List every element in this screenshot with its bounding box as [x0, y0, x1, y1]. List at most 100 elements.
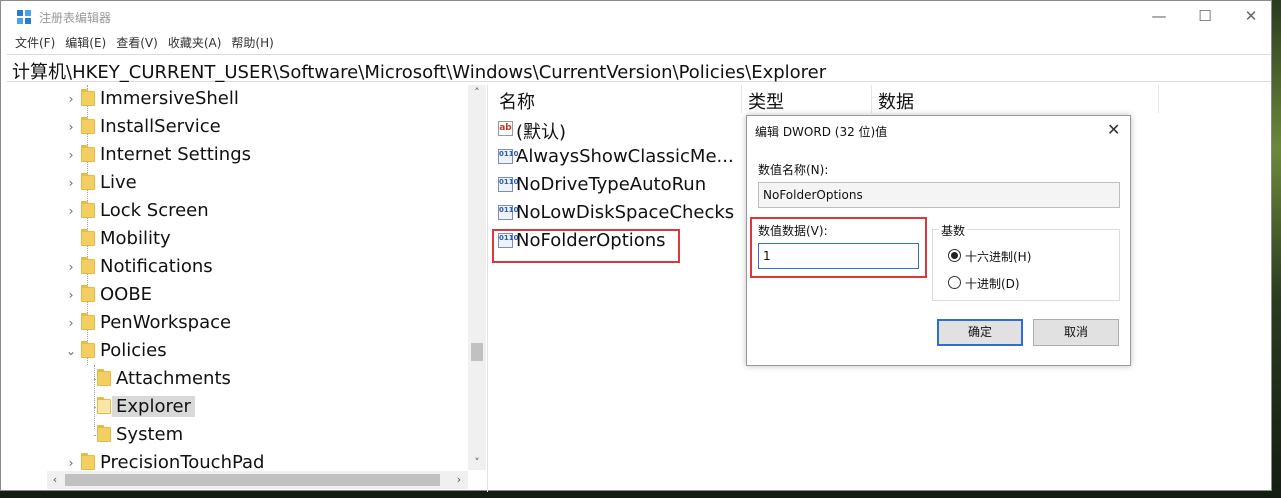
value-row-default[interactable]: ab (默认) — [498, 115, 738, 143]
tree-item-policies[interactable]: ⌄ Policies — [8, 337, 468, 365]
dialog-close-icon[interactable]: ✕ — [1107, 120, 1120, 139]
menu-file[interactable]: 文件(F) — [1, 32, 55, 52]
hex-radio[interactable] — [948, 249, 961, 262]
column-divider[interactable] — [871, 85, 872, 113]
tree-item-label: Explorer — [112, 396, 195, 417]
open-folder-icon — [97, 397, 111, 414]
scroll-thumb[interactable] — [65, 474, 440, 486]
tree-item-explorer[interactable]: Explorer — [8, 393, 468, 421]
address-path[interactable]: 计算机\HKEY_CURRENT_USER\Software\Microsoft… — [12, 58, 826, 84]
dword-value-icon: 0110 — [498, 149, 518, 164]
value-name-field[interactable]: NoFolderOptions — [758, 182, 1120, 208]
tree-item-label: Internet Settings — [100, 144, 252, 165]
scroll-thumb[interactable] — [471, 343, 483, 361]
folder-icon — [81, 341, 95, 358]
tree-horizontal-scrollbar[interactable]: ‹ › — [47, 471, 468, 489]
column-divider[interactable] — [1158, 85, 1159, 113]
expand-chevron-icon[interactable]: › — [66, 309, 76, 337]
regedit-app-icon — [17, 10, 31, 24]
hex-radio-label[interactable]: 十六进制(H) — [965, 248, 1031, 265]
column-name[interactable]: 名称 — [499, 88, 535, 114]
value-name: AlwaysShowClassicMe... — [516, 146, 734, 167]
expand-chevron-icon[interactable]: › — [66, 197, 76, 225]
tree-item-label: System — [116, 424, 184, 445]
column-divider[interactable] — [741, 85, 742, 113]
folder-icon — [81, 229, 95, 246]
tree-item-label: PenWorkspace — [100, 312, 232, 333]
tree-item-notifications[interactable]: › Notifications — [8, 253, 468, 281]
tree-item-lock-screen[interactable]: › Lock Screen — [8, 197, 468, 225]
folder-icon — [81, 453, 95, 470]
base-group — [932, 229, 1120, 301]
expand-chevron-icon — [66, 225, 76, 253]
maximize-icon[interactable]: ☐ — [1182, 1, 1228, 31]
menu-bar: 文件(F) 编辑(E) 查看(V) 收藏夹(A) 帮助(H) — [1, 32, 274, 52]
collapse-chevron-icon[interactable]: ⌄ — [66, 337, 76, 365]
cancel-button[interactable]: 取消 — [1033, 319, 1119, 346]
tree-item-label: PrecisionTouchPad — [100, 452, 265, 473]
expand-chevron-icon[interactable]: › — [66, 253, 76, 281]
tree-item-internet-settings[interactable]: › Internet Settings — [8, 141, 468, 169]
tree-item-mobility[interactable]: Mobility — [8, 225, 468, 253]
edit-dword-dialog: 编辑 DWORD (32 位)值 ✕ 数值名称(N): NoFolderOpti… — [746, 115, 1131, 366]
value-name: NoDriveTypeAutoRun — [516, 174, 707, 195]
dword-value-icon: 0110 — [498, 177, 518, 192]
menu-edit[interactable]: 编辑(E) — [51, 32, 106, 52]
value-row-nolowdiskspacechecks[interactable]: 0110 NoLowDiskSpaceChecks — [498, 199, 738, 227]
value-name-label: 数值名称(N): — [758, 163, 829, 177]
scroll-down-icon[interactable]: ˅ — [468, 456, 486, 470]
expand-chevron-icon[interactable]: › — [66, 141, 76, 169]
scroll-left-icon[interactable]: ‹ — [48, 471, 62, 489]
address-bar[interactable]: 计算机\HKEY_CURRENT_USER\Software\Microsoft… — [7, 54, 1271, 84]
value-name: (默认) — [516, 122, 567, 143]
expand-chevron-icon — [82, 365, 92, 393]
menu-help[interactable]: 帮助(H) — [217, 32, 273, 52]
dec-radio-label[interactable]: 十进制(D) — [965, 275, 1020, 292]
ok-button[interactable]: 确定 — [937, 319, 1023, 346]
expand-chevron-icon[interactable]: › — [66, 169, 76, 197]
folder-icon — [81, 201, 95, 218]
menu-favorites[interactable]: 收藏夹(A) — [154, 32, 222, 52]
tree-item-immersiveshell[interactable]: › ImmersiveShell — [8, 85, 468, 113]
string-value-icon: ab — [498, 121, 513, 136]
folder-icon — [81, 117, 95, 134]
dec-radio[interactable] — [948, 276, 961, 289]
close-icon[interactable]: ✕ — [1228, 1, 1274, 31]
tree-item-label: InstallService — [100, 116, 221, 137]
tree-vertical-scrollbar[interactable]: ˄ ˅ — [468, 85, 486, 470]
tree-item-penworkspace[interactable]: › PenWorkspace — [8, 309, 468, 337]
base-label: 基数 — [939, 222, 968, 239]
highlight-box-nofolderoptions — [492, 229, 680, 263]
dword-value-icon: 0110 — [498, 205, 518, 220]
value-row-alwaysshowclassicmenu[interactable]: 0110 AlwaysShowClassicMe... — [498, 143, 738, 171]
column-data[interactable]: 数据 — [878, 88, 914, 114]
key-tree: › ImmersiveShell › InstallService › Inte… — [8, 85, 488, 492]
folder-icon — [97, 369, 111, 386]
value-name: NoLowDiskSpaceChecks — [516, 202, 735, 223]
value-data-field[interactable]: 1 — [758, 243, 919, 269]
tree-item-oobe[interactable]: › OOBE — [8, 281, 468, 309]
tree-item-attachments[interactable]: Attachments — [8, 365, 468, 393]
minimize-icon[interactable]: — — [1136, 1, 1182, 31]
menu-view[interactable]: 查看(V) — [102, 32, 158, 52]
tree-item-system[interactable]: System — [8, 421, 468, 449]
folder-icon — [81, 313, 95, 330]
tree-item-live[interactable]: › Live — [8, 169, 468, 197]
expand-chevron-icon[interactable]: › — [66, 113, 76, 141]
dialog-title: 编辑 DWORD (32 位)值 — [755, 125, 888, 139]
tree-item-label: Mobility — [100, 228, 171, 249]
folder-icon — [81, 89, 95, 106]
folder-icon — [81, 257, 95, 274]
expand-chevron-icon[interactable]: › — [66, 281, 76, 309]
expand-chevron-icon[interactable]: › — [66, 85, 76, 113]
column-type[interactable]: 类型 — [748, 88, 784, 114]
value-row-nodrivetypeautorun[interactable]: 0110 NoDriveTypeAutoRun — [498, 171, 738, 199]
regedit-window: 注册表编辑器 — ☐ ✕ 文件(F) 编辑(E) 查看(V) 收藏夹(A) 帮助… — [0, 0, 1272, 492]
tree-item-label: Live — [100, 172, 137, 193]
expand-chevron-icon — [82, 393, 92, 421]
title-bar[interactable]: 注册表编辑器 — ☐ ✕ — [1, 1, 1271, 31]
tree-item-label: OOBE — [100, 284, 153, 305]
scroll-up-icon[interactable]: ˄ — [468, 86, 486, 100]
scroll-right-icon[interactable]: › — [452, 471, 466, 489]
tree-item-installservice[interactable]: › InstallService — [8, 113, 468, 141]
